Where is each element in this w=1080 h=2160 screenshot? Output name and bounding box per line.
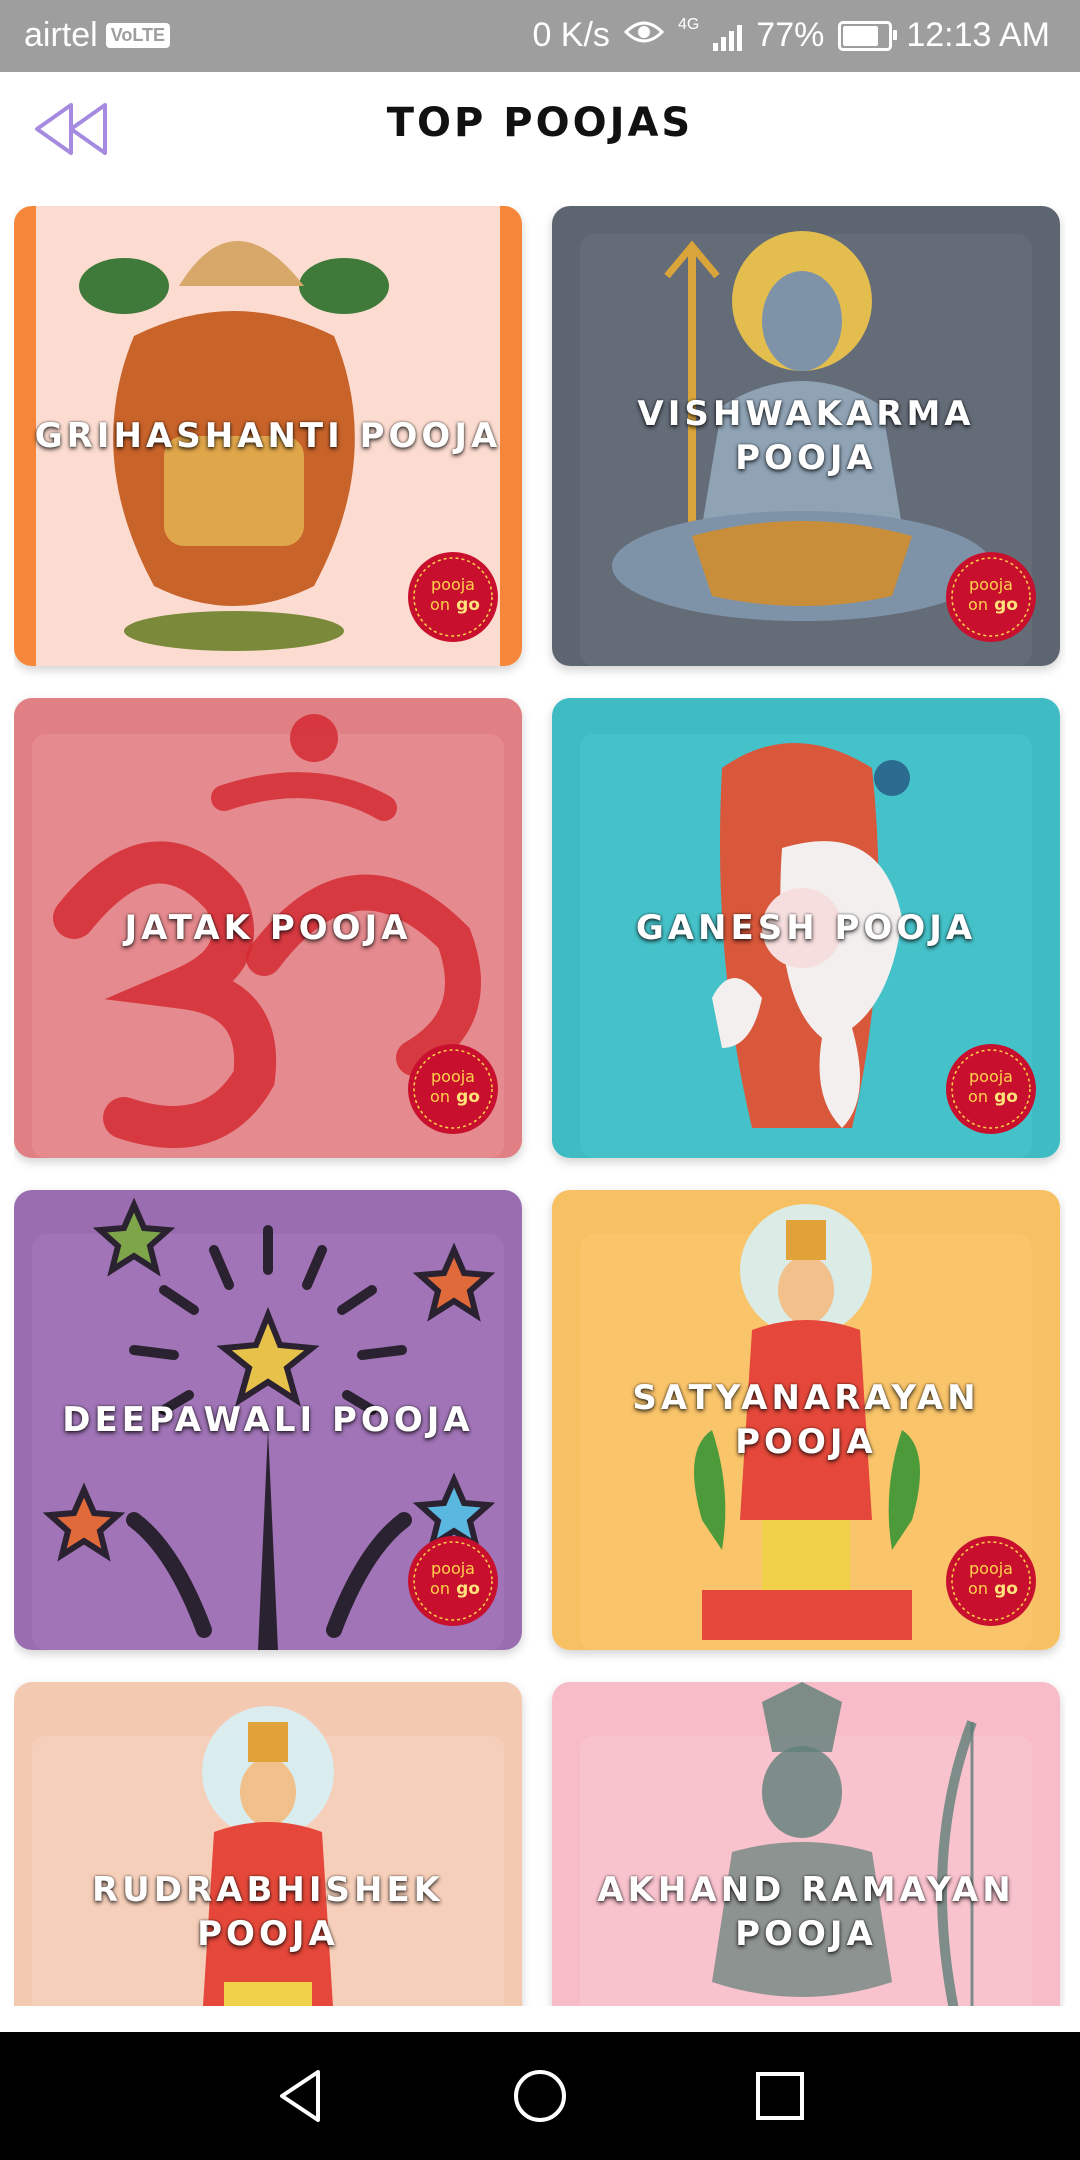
recents-square-icon[interactable] bbox=[748, 2064, 812, 2128]
pooja-card-grihashanti[interactable]: GRIHASHANTI POOJA pooja on go bbox=[14, 206, 522, 666]
status-left: airtel VoLTE bbox=[24, 16, 171, 55]
battery-icon bbox=[838, 20, 898, 51]
back-triangle-icon[interactable] bbox=[268, 2064, 332, 2128]
svg-text:go: go bbox=[994, 1579, 1018, 1599]
svg-text:pooja: pooja bbox=[969, 575, 1013, 594]
svg-text:pooja: pooja bbox=[431, 1559, 475, 1578]
svg-text:on: on bbox=[968, 1579, 988, 1598]
pooja-on-go-badge: pooja on go bbox=[946, 1044, 1036, 1134]
pooja-grid: GRIHASHANTI POOJA pooja on go VISHWAKARM… bbox=[14, 206, 1066, 2006]
svg-text:on: on bbox=[430, 1087, 450, 1106]
network-type: 4G bbox=[677, 16, 700, 33]
carrier-name: airtel bbox=[24, 16, 98, 54]
pooja-card-ganesh[interactable]: GANESH POOJA pooja on go bbox=[552, 698, 1060, 1158]
pooja-card-vishwakarma[interactable]: VISHWAKARMA POOJA pooja on go bbox=[552, 206, 1060, 666]
pooja-card-akhand-ramayan[interactable]: AKHAND RAMAYAN POOJA bbox=[552, 1682, 1060, 2006]
home-circle-icon[interactable] bbox=[508, 2064, 572, 2128]
volte-badge: VoLTE bbox=[105, 23, 171, 48]
card-label: RUDRABHISHEK POOJA bbox=[91, 1870, 445, 1954]
page-title: TOP POOJAS bbox=[386, 100, 694, 146]
svg-text:on: on bbox=[968, 595, 988, 614]
pooja-on-go-badge: pooja on go bbox=[408, 1044, 498, 1134]
svg-text:on: on bbox=[968, 1087, 988, 1106]
clock: 12:13 AM bbox=[906, 16, 1050, 54]
svg-text:go: go bbox=[994, 595, 1018, 615]
svg-text:on: on bbox=[430, 1579, 450, 1598]
svg-text:go: go bbox=[456, 1087, 480, 1107]
card-label: AKHAND RAMAYAN POOJA bbox=[597, 1870, 1015, 1954]
net-speed: 0 K/s bbox=[532, 16, 610, 54]
pooja-card-satyanarayan[interactable]: SATYANARAYAN POOJA pooja on go bbox=[552, 1190, 1060, 1650]
pooja-on-go-badge: pooja on go bbox=[408, 1536, 498, 1626]
status-right: 0 K/s 4G 77% 12:13 AM bbox=[532, 16, 1050, 55]
pooja-on-go-badge: pooja on go bbox=[408, 552, 498, 642]
svg-text:pooja: pooja bbox=[431, 575, 475, 594]
pooja-card-rudrabhishek[interactable]: RUDRABHISHEK POOJA bbox=[14, 1682, 522, 2006]
svg-text:pooja: pooja bbox=[969, 1067, 1013, 1086]
svg-text:pooja: pooja bbox=[969, 1559, 1013, 1578]
signal-icon bbox=[713, 21, 743, 51]
system-nav-bar bbox=[0, 2032, 1080, 2160]
svg-text:go: go bbox=[456, 595, 480, 615]
svg-text:go: go bbox=[994, 1087, 1018, 1107]
pooja-card-deepawali[interactable]: DEEPAWALI POOJA pooja on go bbox=[14, 1190, 522, 1650]
pooja-on-go-badge: pooja on go bbox=[946, 1536, 1036, 1626]
app-bar: TOP POOJAS bbox=[0, 72, 1080, 204]
battery-percent: 77% bbox=[756, 16, 825, 54]
eye-icon bbox=[623, 16, 665, 55]
svg-text:pooja: pooja bbox=[431, 1067, 475, 1086]
pooja-on-go-badge: pooja on go bbox=[946, 552, 1036, 642]
status-bar: airtel VoLTE 0 K/s 4G 77% 12:13 AM bbox=[0, 0, 1080, 72]
svg-text:go: go bbox=[456, 1579, 480, 1599]
pooja-card-jatak[interactable]: JATAK POOJA pooja on go bbox=[14, 698, 522, 1158]
svg-text:on: on bbox=[430, 595, 450, 614]
